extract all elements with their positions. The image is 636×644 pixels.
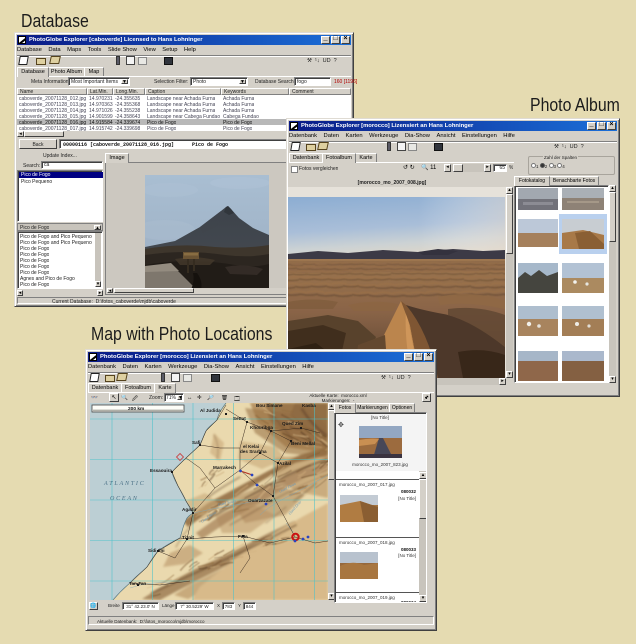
svg-text:Fota: Fota: [238, 534, 248, 539]
svg-text:Marrakech: Marrakech: [213, 465, 236, 470]
svg-text:OCEAN: OCEAN: [110, 496, 139, 502]
svg-text:Tan-Tan: Tan-Tan: [129, 581, 146, 586]
svg-text:Bou Simane: Bou Simane: [256, 403, 283, 408]
svg-text:Beni Mellal: Beni Mellal: [291, 441, 315, 446]
svg-text:Qued Zim: Qued Zim: [282, 421, 303, 426]
svg-text:Kasba: Kasba: [302, 403, 316, 408]
svg-text:Azilal: Azilal: [279, 461, 291, 466]
svg-text:ATLANTIC: ATLANTIC: [103, 481, 146, 487]
svg-text:Settat: Settat: [233, 416, 246, 421]
svg-text:Tiznit: Tiznit: [182, 535, 194, 540]
svg-text:200 km: 200 km: [128, 406, 144, 412]
svg-text:Essaouira: Essaouira: [150, 468, 172, 473]
svg-text:Al Judida: Al Judida: [200, 408, 221, 413]
svg-text:Ouarzazate: Ouarzazate: [248, 498, 273, 503]
svg-text:Safi: Safi: [192, 440, 200, 445]
svg-text:Agadir: Agadir: [182, 507, 197, 512]
svg-text:Sidi Ifni: Sidi Ifni: [148, 548, 165, 553]
svg-text:Khouribga: Khouribga: [250, 425, 273, 430]
svg-text:des Srarhna: des Srarhna: [240, 449, 267, 454]
